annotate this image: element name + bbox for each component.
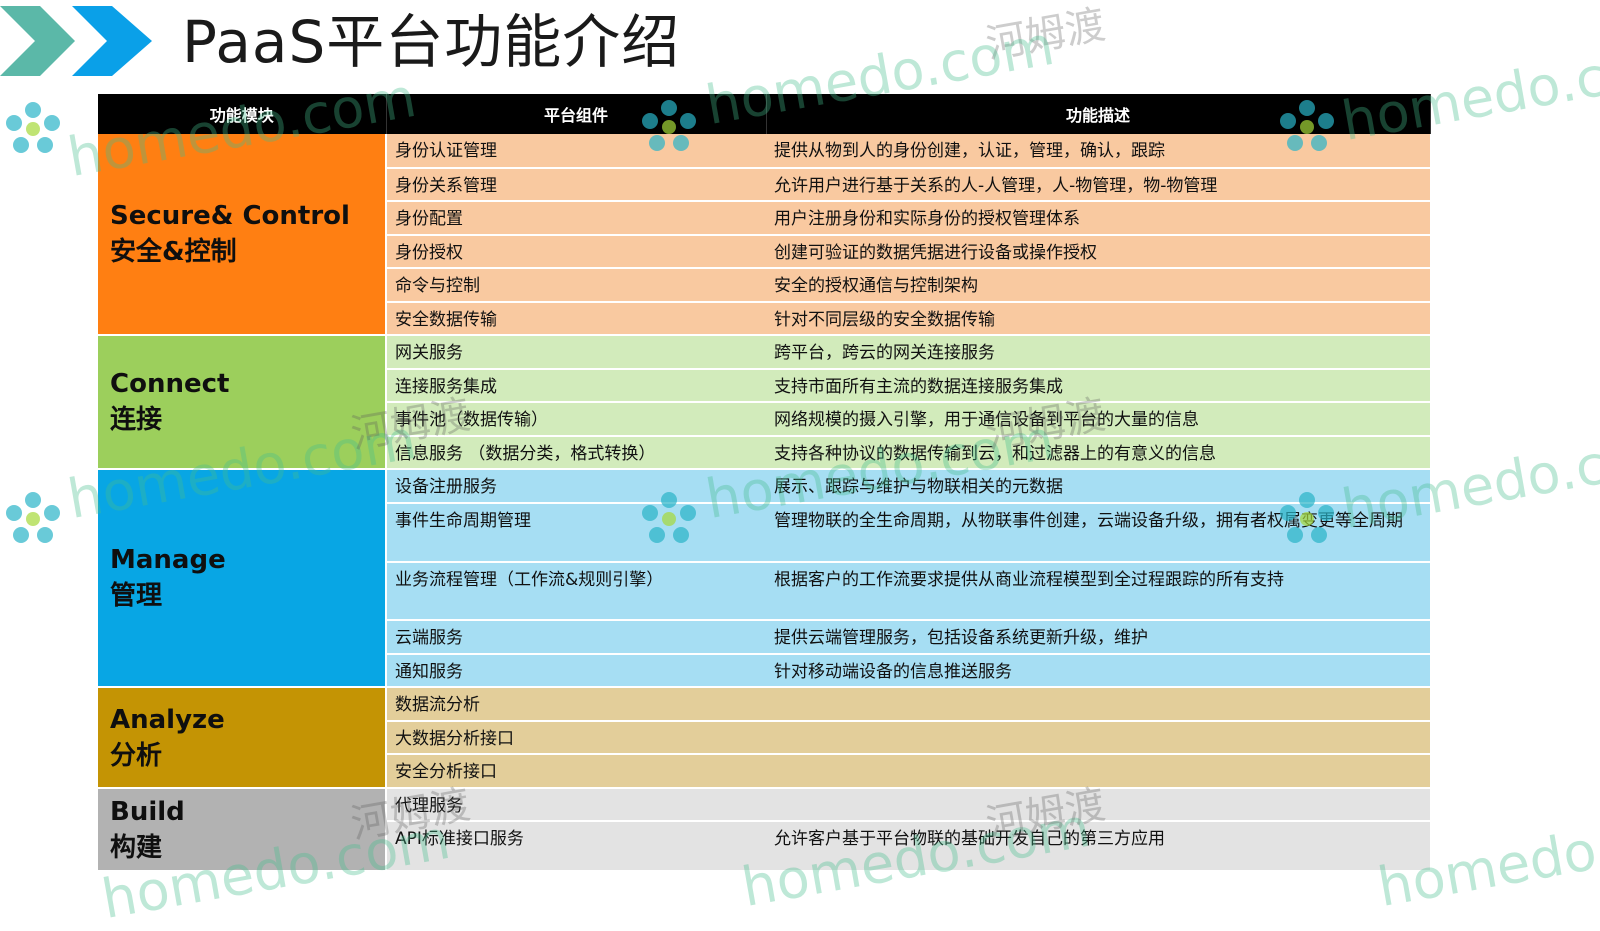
component-cell: 网关服务 — [386, 335, 766, 370]
component-cell: 信息服务 （数据分类，格式转换） — [386, 436, 766, 470]
description-cell: 允许客户基于平台物联的基础开发自己的第三方应用 — [766, 821, 1430, 872]
component-cell: 身份关系管理 — [386, 168, 766, 202]
page-title: PaaS平台功能介绍 — [182, 8, 681, 76]
description-cell: 网络规模的摄入引擎，用于通信设备到平台的大量的信息 — [766, 402, 1430, 437]
module-cell-manage: Manage 管理 — [98, 469, 387, 688]
module-cell-connect: Connect 连接 — [98, 335, 387, 470]
module-cell-analyze: Analyze 分析 — [98, 687, 387, 789]
component-cell: API标准接口服务 — [386, 821, 766, 872]
description-cell — [766, 754, 1430, 789]
feature-table: 功能模块 平台组件 功能描述 Secure& Control 安全&控制 身份认… — [98, 94, 1431, 872]
header-component: 平台组件 — [386, 94, 767, 134]
table-header-row: 功能模块 平台组件 功能描述 — [98, 94, 1431, 134]
description-cell: 管理物联的全生命周期，从物联事件创建，云端设备升级，拥有者权属变更等全周期 — [766, 503, 1430, 563]
flower-logo-icon — [6, 492, 60, 543]
flower-logo-icon — [6, 102, 60, 153]
module-cell-build: Build 构建 — [98, 788, 387, 872]
description-cell: 提供从物到人的身份创建，认证，管理，确认，跟踪 — [766, 134, 1430, 169]
watermark-text-zh: 河姆渡 — [982, 1, 1109, 69]
component-cell: 数据流分析 — [386, 687, 766, 722]
component-cell: 代理服务 — [386, 788, 766, 822]
description-cell: 用户注册身份和实际身份的授权管理体系 — [766, 201, 1430, 236]
component-cell: 事件池（数据传输） — [386, 402, 766, 437]
module-label-zh: 构建 — [110, 832, 163, 863]
component-cell: 安全分析接口 — [386, 754, 766, 789]
component-cell: 安全数据传输 — [386, 302, 766, 336]
description-cell: 创建可验证的数据凭据进行设备或操作授权 — [766, 235, 1430, 269]
description-cell: 安全的授权通信与控制架构 — [766, 268, 1430, 303]
module-cell-secure: Secure& Control 安全&控制 — [98, 134, 387, 336]
table-row: Analyze 分析 数据流分析 — [98, 687, 1430, 789]
component-cell: 设备注册服务 — [386, 469, 766, 504]
header-module: 功能模块 — [98, 94, 387, 134]
description-cell: 支持市面所有主流的数据连接服务集成 — [766, 369, 1430, 403]
description-cell: 支持各种协议的数据传输到云，和过滤器上的有意义的信息 — [766, 436, 1430, 470]
description-cell: 提供云端管理服务，包括设备系统更新升级，维护 — [766, 620, 1430, 655]
description-cell: 展示、跟踪与维护与物联相关的元数据 — [766, 469, 1430, 504]
module-label-en: Connect — [110, 369, 230, 399]
description-cell — [766, 721, 1430, 755]
description-cell: 针对移动端设备的信息推送服务 — [766, 654, 1430, 688]
table-row: Connect 连接 网关服务 跨平台，跨云的网关连接服务 — [98, 335, 1430, 470]
module-label-en: Build — [110, 796, 185, 827]
description-cell — [766, 687, 1430, 722]
chevron-arrows-icon — [0, 6, 152, 76]
description-cell: 根据客户的工作流要求提供从商业流程模型到全过程跟踪的所有支持 — [766, 562, 1430, 621]
module-label-zh: 分析 — [110, 740, 163, 771]
description-cell: 允许用户进行基于关系的人-人管理，人-物管理，物-物管理 — [766, 168, 1430, 202]
description-cell: 针对不同层级的安全数据传输 — [766, 302, 1430, 336]
component-cell: 命令与控制 — [386, 268, 766, 303]
module-label-zh: 安全&控制 — [110, 237, 237, 267]
component-cell: 云端服务 — [386, 620, 766, 655]
description-cell — [766, 788, 1430, 822]
component-cell: 业务流程管理（工作流&规则引擎） — [386, 562, 766, 621]
component-cell: 通知服务 — [386, 654, 766, 688]
module-label-en: Analyze — [110, 704, 225, 735]
component-cell: 身份认证管理 — [386, 134, 766, 169]
module-label-en: Secure& Control — [110, 201, 350, 231]
component-cell: 身份授权 — [386, 235, 766, 269]
component-cell: 身份配置 — [386, 201, 766, 236]
table-row: Build 构建 代理服务 — [98, 788, 1430, 872]
module-label-zh: 连接 — [110, 405, 163, 435]
header-description: 功能描述 — [766, 94, 1431, 134]
description-cell: 跨平台，跨云的网关连接服务 — [766, 335, 1430, 370]
table-row: Manage 管理 设备注册服务 展示、跟踪与维护与物联相关的元数据 — [98, 469, 1430, 688]
module-label-en: Manage — [110, 545, 226, 575]
table-row: Secure& Control 安全&控制 身份认证管理 提供从物到人的身份创建… — [98, 134, 1430, 336]
component-cell: 大数据分析接口 — [386, 721, 766, 755]
component-cell: 连接服务集成 — [386, 369, 766, 403]
component-cell: 事件生命周期管理 — [386, 503, 766, 563]
module-label-zh: 管理 — [110, 581, 163, 611]
